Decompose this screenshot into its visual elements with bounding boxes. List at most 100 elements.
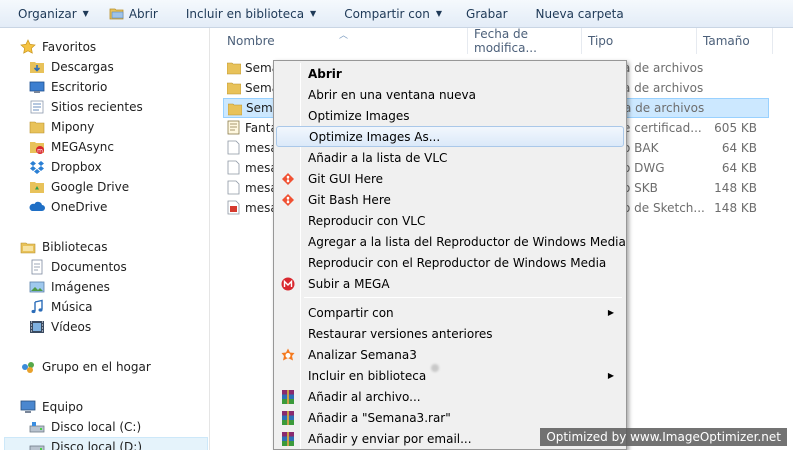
include-library-button[interactable]: Incluir en biblioteca ▼: [168, 0, 326, 28]
nav-item-megasync[interactable]: m MEGAsync: [29, 137, 114, 157]
watermark: Optimized by www.ImageOptimizer.net: [540, 428, 787, 446]
music-icon: [29, 299, 45, 315]
nav-label: Sitios recientes: [51, 100, 143, 114]
file-icon: [227, 160, 241, 175]
nav-label: Descargas: [51, 60, 114, 74]
column-header-size[interactable]: Tamaño: [697, 28, 773, 54]
menu-item-optimize-images[interactable]: Optimize Images: [276, 105, 624, 126]
column-header-type[interactable]: Tipo: [582, 28, 697, 54]
open-folder-icon: [109, 7, 125, 20]
menu-item-analizar[interactable]: Analizar Semana3: [276, 344, 624, 365]
folder-icon: [226, 80, 242, 95]
menu-item-label: Abrir en una ventana nueva: [308, 87, 476, 102]
desktop-icon: [29, 79, 45, 95]
nav-item-escritorio[interactable]: Escritorio: [29, 77, 107, 97]
new-folder-button[interactable]: Nueva carpeta: [518, 0, 634, 28]
nav-item-descargas[interactable]: Descargas: [29, 57, 114, 77]
nav-label: Equipo: [42, 400, 84, 414]
nav-item-videos[interactable]: Vídeos: [29, 317, 91, 337]
menu-item-label: Añadir a "Semana3.rar": [308, 410, 451, 425]
nav-item-disco-c[interactable]: Disco local (C:): [29, 417, 141, 437]
nav-favorites[interactable]: Favoritos: [20, 37, 96, 57]
column-header-name[interactable]: Nombre: [221, 28, 468, 54]
column-header-date[interactable]: Fecha de modifica...: [468, 27, 582, 55]
menu-item-subir-mega[interactable]: Subir a MEGA: [276, 273, 624, 294]
menu-item-label: Añadir a la lista de VLC: [308, 150, 448, 165]
nav-label: Disco local (C:): [51, 420, 142, 434]
organize-button[interactable]: Organizar ▼: [0, 0, 99, 28]
winrar-icon: [280, 389, 296, 405]
share-with-button[interactable]: Compartir con ▼: [326, 0, 452, 28]
nav-label: Bibliotecas: [42, 240, 108, 254]
open-button[interactable]: Abrir: [99, 0, 168, 28]
nav-label: Vídeos: [51, 320, 92, 334]
nav-label: Dropbox: [51, 160, 102, 174]
nav-item-onedrive[interactable]: OneDrive: [29, 197, 107, 217]
menu-item-git-gui[interactable]: Git GUI Here: [276, 168, 624, 189]
menu-item-reproducir-vlc[interactable]: Reproducir con VLC: [276, 210, 624, 231]
share-with-label: Compartir con: [344, 6, 430, 21]
nav-homegroup[interactable]: Grupo en el hogar: [20, 357, 151, 377]
svg-text:m: m: [37, 148, 43, 155]
documents-icon: [29, 259, 45, 275]
downloads-folder-icon: [29, 59, 45, 75]
submenu-arrow-icon: ▶: [607, 308, 614, 317]
nav-label: Disco local (D:): [51, 440, 143, 450]
menu-item-anadir-lista-vlc[interactable]: Añadir a la lista de VLC: [276, 147, 624, 168]
google-drive-folder-icon: [29, 179, 45, 195]
nav-item-sitios-recientes[interactable]: Sitios recientes: [29, 97, 143, 117]
chevron-down-icon: ▼: [435, 9, 443, 18]
new-folder-label: Nueva carpeta: [535, 6, 624, 21]
nav-item-google-drive[interactable]: Google Drive: [29, 177, 129, 197]
drive-c-icon: [29, 419, 45, 435]
mega-icon: [280, 276, 296, 292]
file-type: a de archivos: [624, 101, 705, 115]
nav-item-dropbox[interactable]: Dropbox: [29, 157, 102, 177]
chevron-down-icon: ▼: [82, 9, 89, 18]
menu-item-agregar-wmp[interactable]: Agregar a la lista del Reproductor de Wi…: [276, 231, 626, 252]
menu-item-label: Reproducir con el Reproductor de Windows…: [308, 255, 607, 270]
menu-separator: [304, 297, 622, 298]
nav-computer[interactable]: Equipo: [20, 397, 83, 417]
menu-item-incluir-biblioteca[interactable]: Incluir en biblioteca ▶: [276, 365, 624, 386]
menu-item-label: Reproducir con VLC: [308, 213, 426, 228]
file-type: o SKB: [623, 181, 658, 195]
menu-item-label: Analizar Semana3: [308, 347, 417, 362]
nav-label: Escritorio: [51, 80, 108, 94]
menu-item-label: Compartir con: [308, 305, 394, 320]
command-bar: Organizar ▼ Abrir Incluir en biblioteca …: [0, 0, 793, 28]
include-library-label: Incluir en biblioteca: [185, 6, 305, 21]
nav-label: MEGAsync: [51, 140, 114, 154]
menu-item-label: Optimize Images: [308, 108, 410, 123]
recent-places-icon: [29, 99, 45, 115]
menu-item-optimize-images-as[interactable]: Optimize Images As...: [276, 126, 624, 147]
menu-item-git-bash[interactable]: Git Bash Here: [276, 189, 624, 210]
menu-item-restaurar-versiones[interactable]: Restaurar versiones anteriores: [276, 323, 624, 344]
dropbox-icon: [29, 159, 45, 175]
star-icon: [20, 39, 36, 55]
menu-item-reproducir-wmp[interactable]: Reproducir con el Reproductor de Windows…: [276, 252, 624, 273]
file-type: e certificad...: [623, 121, 702, 135]
menu-item-label: Git GUI Here: [308, 171, 384, 186]
menu-item-abrir[interactable]: Abrir: [276, 63, 624, 84]
nav-item-disco-d[interactable]: Disco local (D:): [4, 437, 208, 450]
menu-item-anadir-archivo[interactable]: Añadir al archivo...: [276, 386, 624, 407]
menu-item-abrir-ventana-nueva[interactable]: Abrir en una ventana nueva: [276, 84, 624, 105]
file-size: 148 KB: [714, 201, 757, 215]
nav-item-musica[interactable]: Música: [29, 297, 93, 317]
file-icon: [227, 180, 241, 195]
nav-libraries[interactable]: Bibliotecas: [20, 237, 107, 257]
file-type: a de archivos: [623, 61, 704, 75]
menu-item-anadir-rar[interactable]: Añadir a "Semana3.rar": [276, 407, 624, 428]
burn-button[interactable]: Grabar: [452, 0, 518, 28]
nav-label: Imágenes: [51, 280, 110, 294]
nav-item-documentos[interactable]: Documentos: [29, 257, 127, 277]
folder-icon: [29, 119, 45, 135]
nav-label: Mipony: [51, 120, 95, 134]
column-label: Nombre: [227, 34, 275, 48]
nav-item-imagenes[interactable]: Imágenes: [29, 277, 110, 297]
menu-item-compartir-con[interactable]: Compartir con ▶: [276, 302, 624, 323]
nav-item-mipony[interactable]: Mipony: [29, 117, 94, 137]
nav-label: Documentos: [51, 260, 127, 274]
computer-icon: [20, 399, 36, 415]
